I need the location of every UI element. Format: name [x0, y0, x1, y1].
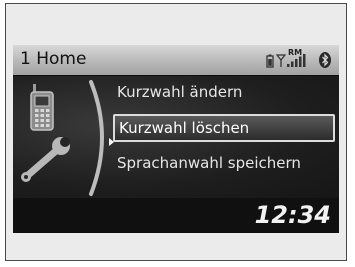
footer-bar: 12:34	[13, 198, 339, 233]
header-bar: 1 Home RM	[13, 45, 339, 75]
menu-item-kurzwahl-aendern[interactable]: Kurzwahl ändern	[113, 78, 335, 106]
display-screen: 1 Home RM Kurzwahl ändern Kurzwahl lösch…	[13, 45, 339, 233]
roaming-indicator: RM	[288, 48, 302, 57]
menu-item-sprachanwahl-speichern[interactable]: Sprachanwahl speichern	[113, 149, 335, 177]
status-icons: RM	[265, 48, 335, 70]
phone-settings-icon	[21, 80, 104, 196]
menu-area: Kurzwahl ändern Kurzwahl löschen Spracha…	[13, 76, 339, 198]
clock: 12:34	[254, 201, 331, 229]
bluetooth-icon	[319, 52, 331, 68]
selection-pointer-icon	[109, 138, 114, 146]
battery-icon	[266, 54, 274, 68]
page-title: 1 Home	[20, 49, 87, 69]
menu-item-kurzwahl-loeschen[interactable]: Kurzwahl löschen	[113, 114, 335, 142]
